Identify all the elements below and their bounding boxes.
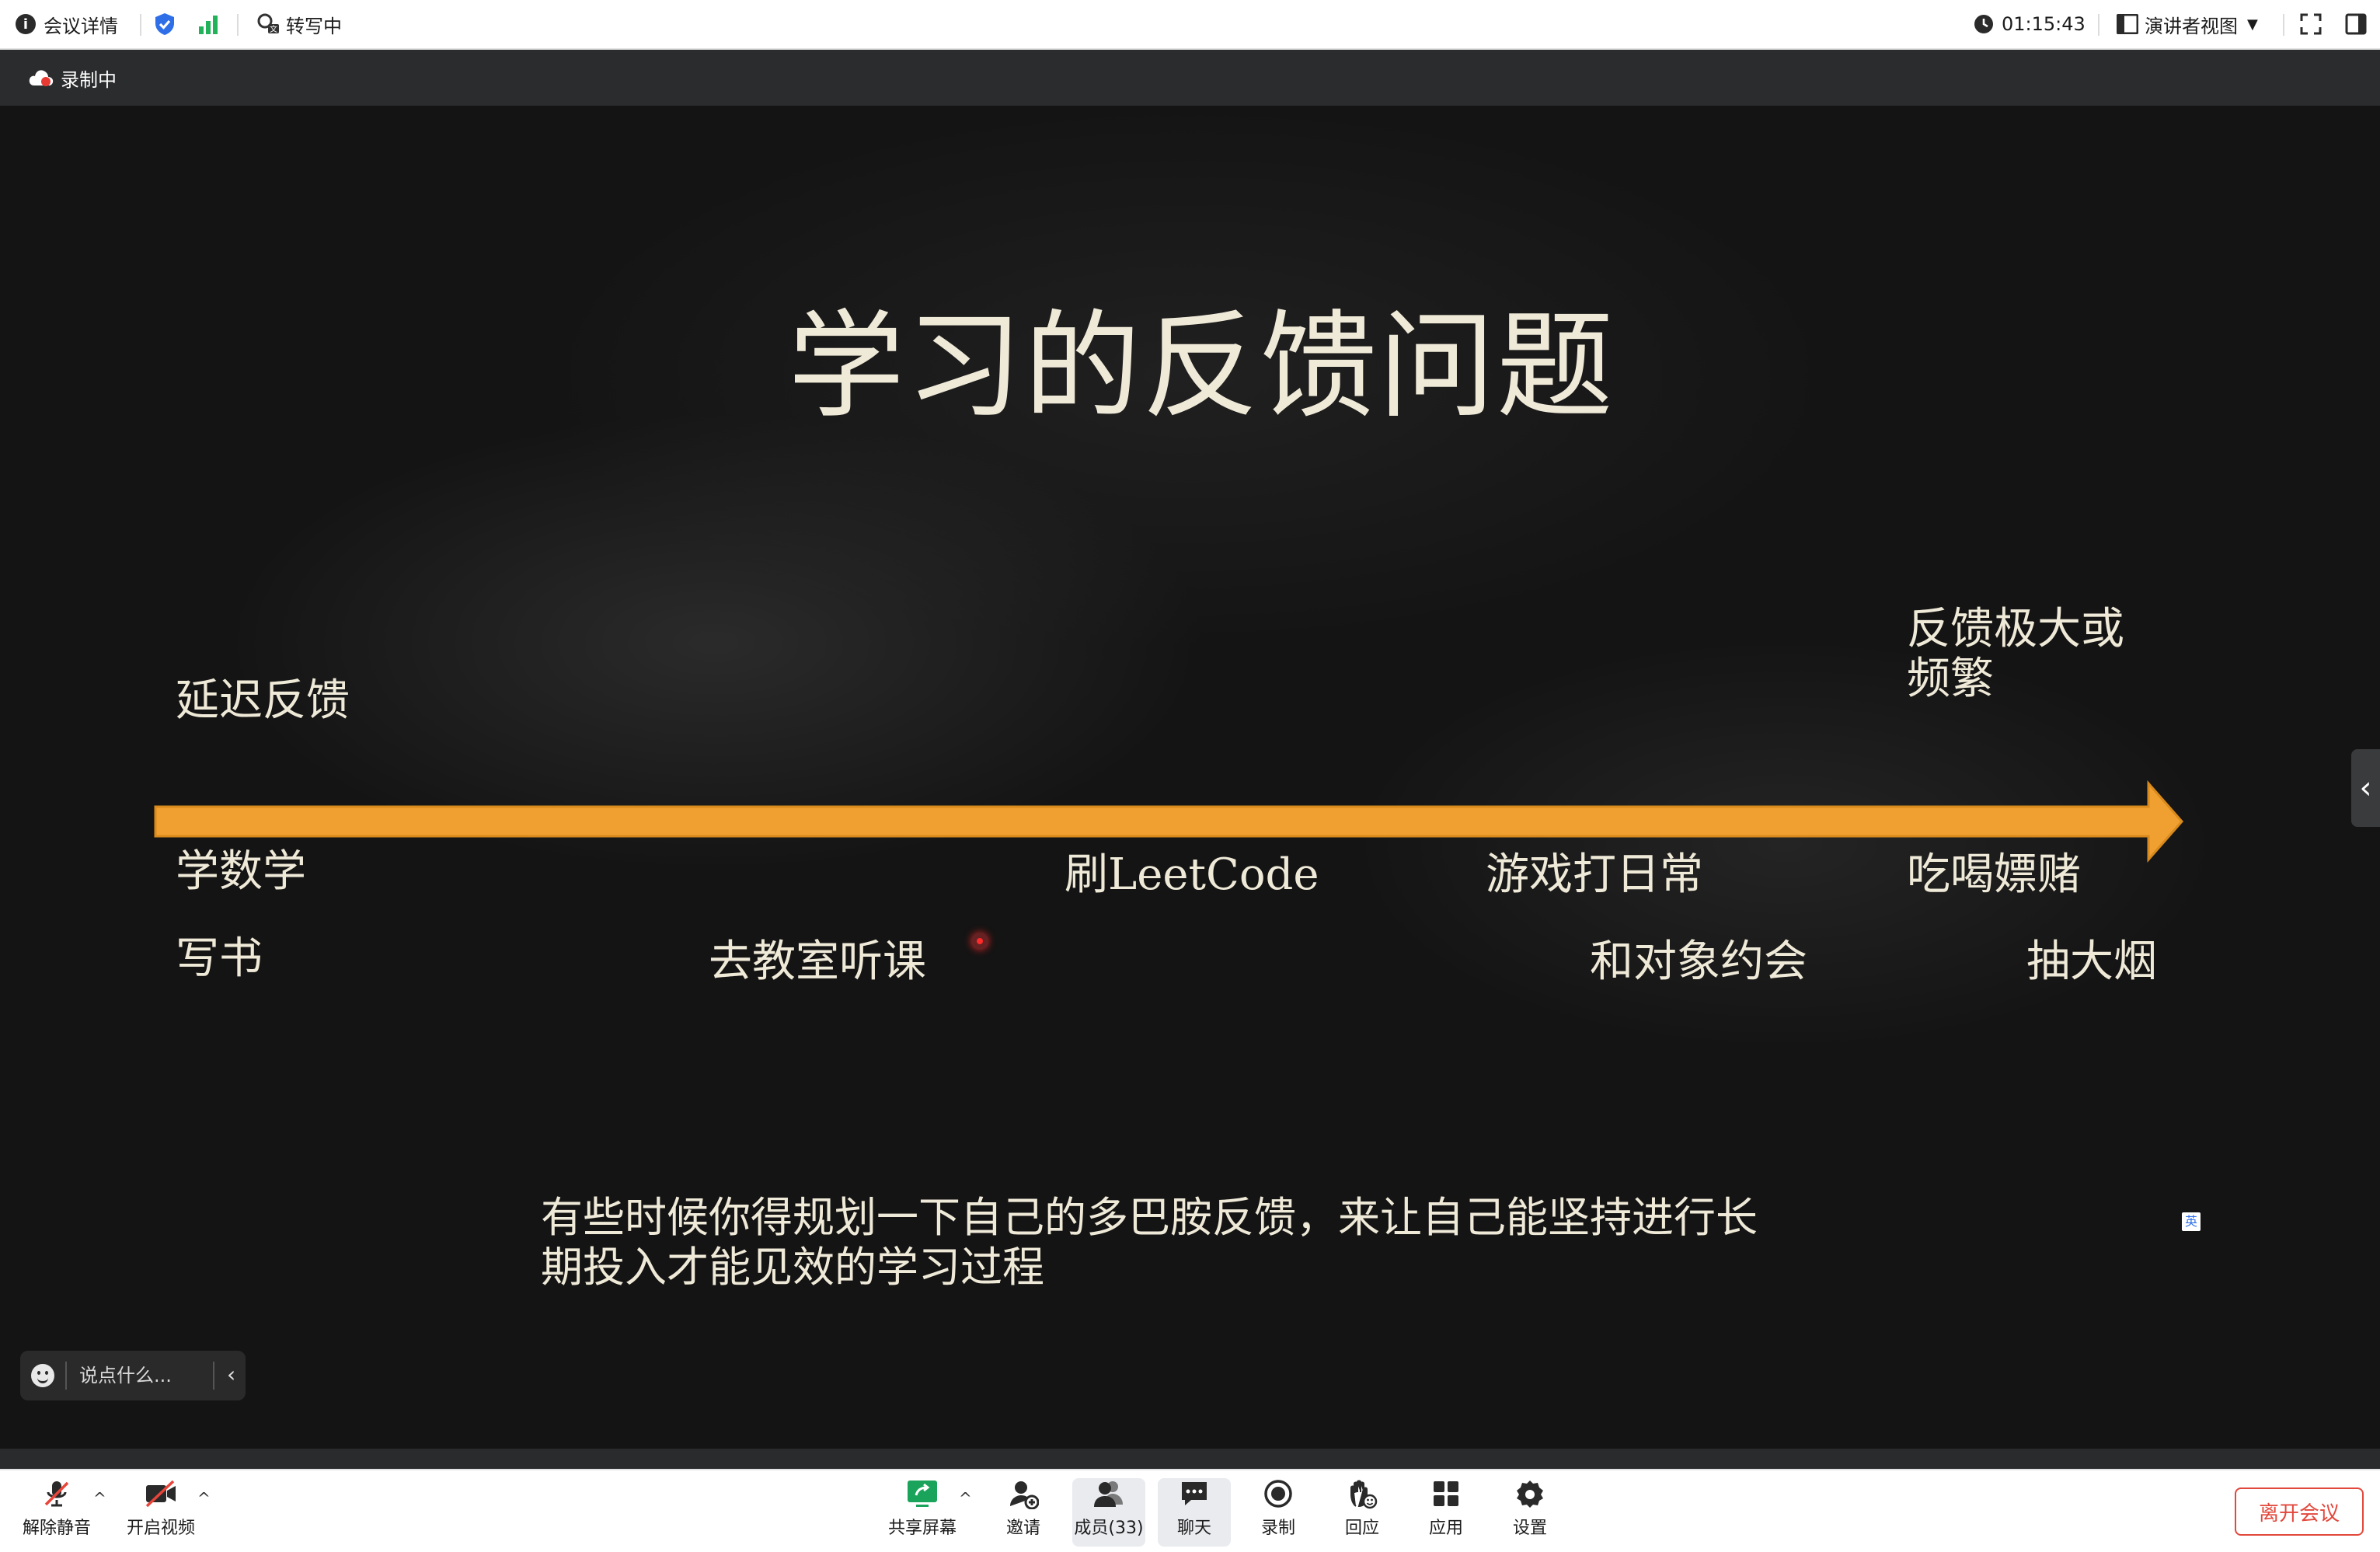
fullscreen-icon [2300, 13, 2322, 35]
raise-hand-icon [1350, 1480, 1378, 1509]
top-bar: i 会议详情 文 转写中 01:15:43 演讲者视图 ▼ [0, 0, 2380, 50]
frequent-feedback-label-line2: 频繁 [1907, 654, 1994, 704]
chat-placeholder: 说点什么... [79, 1365, 172, 1386]
svg-text:文: 文 [270, 24, 277, 34]
item-game-dailies: 游戏打日常 [1486, 849, 1703, 900]
chat-button[interactable]: 聊天 [1158, 1478, 1231, 1547]
chat-bubble-icon [1182, 1482, 1207, 1505]
divider [2283, 14, 2284, 36]
audio-options-caret-icon[interactable]: ^ [93, 1489, 106, 1508]
invite-person-icon [1010, 1481, 1039, 1509]
meeting-timer: 01:15:43 [1974, 0, 2086, 48]
item-dating: 和对象约会 [1590, 936, 1807, 987]
apps-button[interactable]: 应用 [1410, 1478, 1483, 1547]
members-icon [1094, 1481, 1123, 1507]
clock-icon [1974, 15, 1993, 33]
shield-icon [155, 13, 174, 35]
camera-off-icon [145, 1480, 176, 1508]
record-icon [1264, 1480, 1292, 1508]
divider [2098, 14, 2099, 36]
chat-label: 聊天 [1176, 1519, 1211, 1538]
item-write-book: 写书 [176, 933, 263, 984]
start-video-label: 开启视频 [126, 1519, 195, 1538]
recording-label: 录制中 [61, 68, 117, 91]
unmute-label: 解除静音 [22, 1519, 91, 1538]
network-signal-button[interactable] [197, 0, 219, 48]
gear-icon [1517, 1481, 1543, 1508]
sidebar-panel-icon [2345, 13, 2367, 35]
chat-quick-input[interactable]: 说点什么... ‹ [20, 1351, 246, 1400]
transcription-status-button[interactable]: 文 转写中 [256, 0, 342, 48]
unmute-button[interactable]: 解除静音 [20, 1478, 93, 1547]
apps-label: 应用 [1428, 1519, 1463, 1538]
react-label: 回应 [1344, 1519, 1379, 1538]
shared-slide: 学习的反馈问题 延迟反馈 反馈极大或 频繁 学数学 写书 去教室听课 刷Leet… [0, 106, 2380, 1449]
item-attend-class: 去教室听课 [709, 936, 926, 987]
invite-button[interactable]: 邀请 [987, 1478, 1060, 1547]
view-mode-label: 演讲者视图 [2145, 15, 2238, 37]
chevron-down-icon: ▼ [2247, 16, 2258, 33]
chevron-left-icon: ‹ [2359, 770, 2372, 806]
cloud-record-icon [29, 70, 54, 86]
stage-bottom-strip [0, 1449, 2380, 1469]
invite-label: 邀请 [1005, 1519, 1040, 1538]
share-screen-button[interactable]: 共享屏幕 [886, 1478, 959, 1547]
emoji-icon[interactable] [31, 1364, 54, 1387]
transcribe-icon: 文 [257, 13, 279, 34]
share-options-caret-icon[interactable]: ^ [959, 1489, 972, 1508]
item-learn-math: 学数学 [176, 846, 306, 897]
language-badge[interactable]: 英 [2182, 1212, 2201, 1231]
view-mode-dropdown[interactable]: 演讲者视图 ▼ [2117, 0, 2258, 48]
timer-value: 01:15:43 [2002, 13, 2086, 35]
transcribing-label: 转写中 [286, 15, 342, 37]
delayed-feedback-label: 延迟反馈 [176, 675, 350, 726]
security-shield-button[interactable] [154, 0, 176, 48]
record-label: 录制 [1260, 1519, 1295, 1538]
recording-strip: 录制中 [0, 50, 2380, 106]
leave-meeting-button[interactable]: 离开会议 [2235, 1487, 2364, 1536]
signal-bars-icon [199, 16, 218, 34]
layout-icon [2117, 14, 2138, 34]
meeting-stage: 录制中 学习的反馈问题 延迟反馈 反馈极大或 频繁 学数学 写书 去教室听课 刷… [0, 50, 2380, 1469]
mic-muted-icon [44, 1481, 69, 1507]
collapse-chevron-icon[interactable]: ‹ [227, 1351, 235, 1399]
meeting-info-button[interactable]: i 会议详情 [16, 0, 118, 48]
recording-indicator[interactable]: 录制中 [28, 50, 117, 106]
divider [65, 1362, 67, 1390]
record-button[interactable]: 录制 [1242, 1478, 1315, 1547]
side-panel-toggle-button[interactable] [2345, 0, 2367, 48]
side-panel-handle[interactable]: ‹ [2351, 749, 2380, 827]
item-smoking: 抽大烟 [2026, 936, 2157, 987]
members-button[interactable]: 成员(33) [1072, 1478, 1145, 1547]
start-video-button[interactable]: 开启视频 [124, 1478, 197, 1547]
video-options-caret-icon[interactable]: ^ [197, 1489, 211, 1508]
info-icon: i [16, 14, 36, 34]
settings-button[interactable]: 设置 [1493, 1478, 1566, 1547]
slide-title: 学习的反馈问题 [788, 299, 1615, 434]
slide-caption-line2: 期投入才能见效的学习过程 [541, 1243, 1044, 1292]
divider [213, 1362, 214, 1390]
divider [237, 14, 239, 36]
divider [140, 14, 141, 36]
react-button[interactable]: 回应 [1326, 1478, 1399, 1547]
apps-grid-icon [1434, 1481, 1458, 1506]
fullscreen-button[interactable] [2300, 0, 2322, 48]
share-screen-label: 共享屏幕 [887, 1519, 957, 1538]
meeting-info-label: 会议详情 [44, 15, 118, 37]
members-label: 成员(33) [1074, 1519, 1144, 1538]
bottom-toolbar: 解除静音 ^ 开启视频 ^ 共享屏幕 ^ 邀请 成员(33) 聊天 录制 回应 … [0, 1469, 2380, 1552]
item-vices: 吃喝嫖赌 [1907, 849, 2081, 900]
item-leetcode: 刷LeetCode [1065, 849, 1319, 900]
laser-pointer [971, 933, 988, 950]
leave-meeting-label: 离开会议 [2258, 1501, 2340, 1526]
settings-label: 设置 [1512, 1519, 1547, 1538]
share-screen-icon [908, 1481, 937, 1507]
